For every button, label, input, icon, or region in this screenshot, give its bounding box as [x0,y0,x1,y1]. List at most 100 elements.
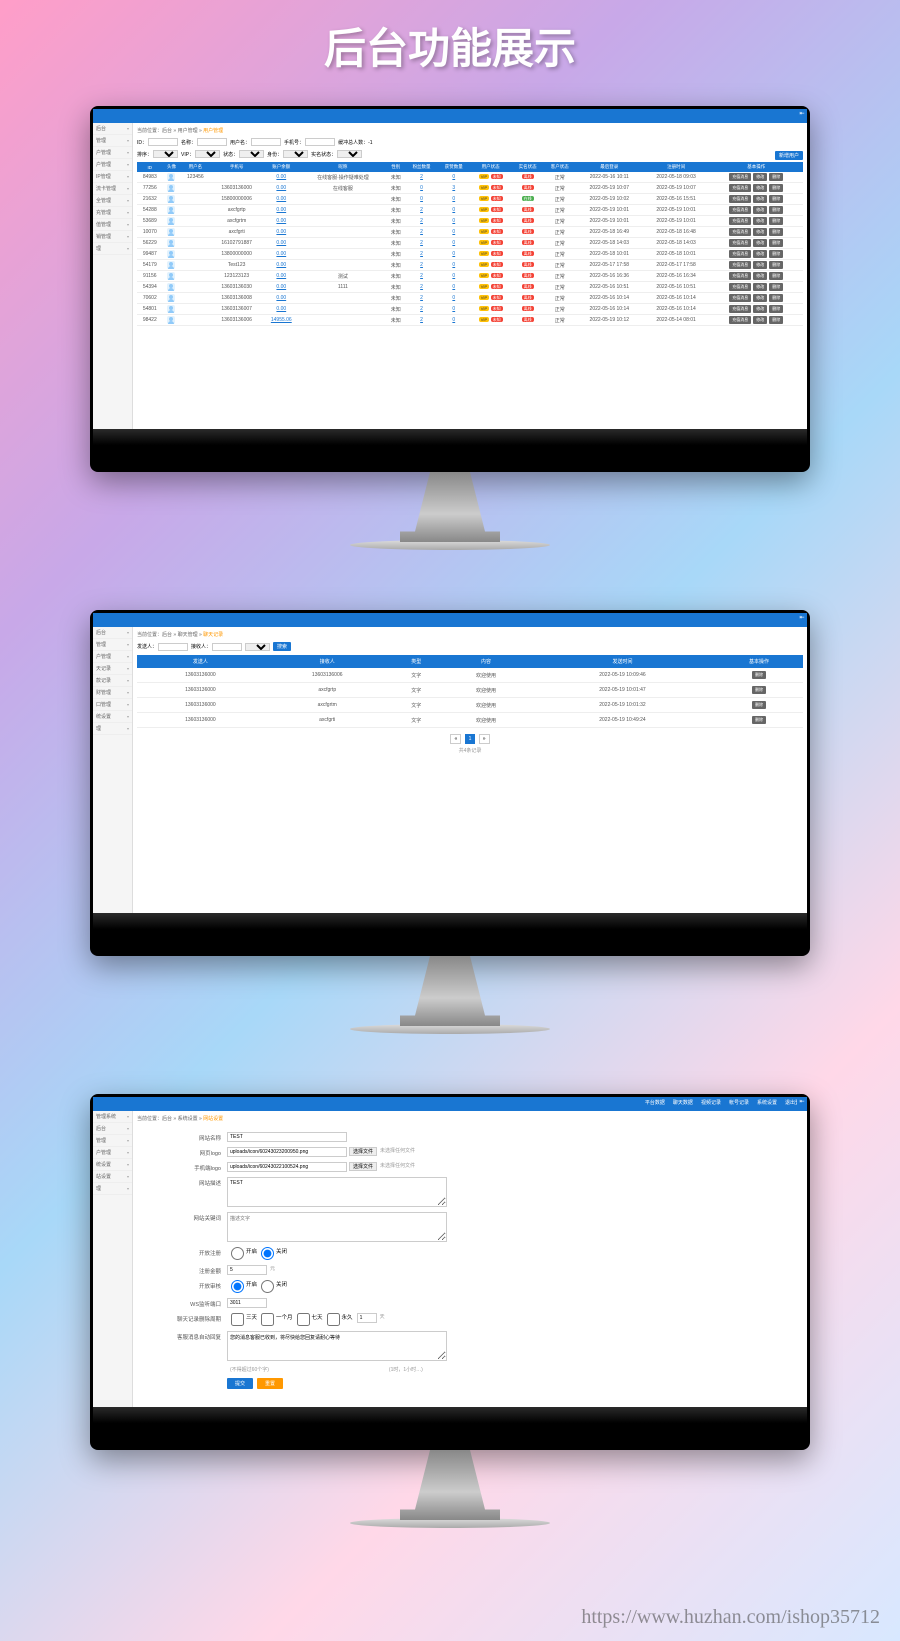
reset-button[interactable]: 重置 [257,1378,283,1389]
balance-link[interactable]: 0.00 [263,172,300,183]
sidebar-item[interactable]: 统设置▾ [93,711,132,723]
delete-button[interactable]: 删除 [769,206,783,214]
delete-button[interactable]: 删除 [752,716,766,724]
edit-button[interactable]: 修改 [753,283,767,291]
detail-button[interactable]: 充值消息 [729,173,751,181]
detail-button[interactable]: 充值消息 [729,294,751,302]
delete-button[interactable]: 删除 [769,173,783,181]
sidebar-item[interactable]: 管理系统▾ [93,1111,132,1123]
filter-phone-input[interactable] [305,138,335,146]
choose-file-button[interactable]: 选择文件 [349,1162,377,1171]
collapse-icon[interactable]: ⇤ [797,109,807,119]
delete-button[interactable]: 删除 [769,195,783,203]
delete-button[interactable]: 删除 [769,217,783,225]
sidebar-item[interactable]: 理▾ [93,723,132,735]
balance-link[interactable]: 0.00 [263,194,300,205]
sidebar-item[interactable]: 管理▾ [93,1135,132,1147]
filter-sender-input[interactable] [158,643,188,651]
edit-button[interactable]: 修改 [753,184,767,192]
period-30d-checkbox[interactable] [297,1313,310,1326]
sidebar-item[interactable]: 流卡管理▾ [93,183,132,195]
filter-name-input[interactable] [197,138,227,146]
balance-link[interactable]: 0.00 [263,249,300,260]
balance-link[interactable]: 0.00 [263,227,300,238]
reg-open-radio[interactable] [231,1247,244,1260]
sidebar-item[interactable]: 管理▾ [93,639,132,651]
topnav-link[interactable]: 系统设置 [757,1100,777,1106]
edit-button[interactable]: 修改 [753,173,767,181]
sidebar-item[interactable]: 管理▾ [93,135,132,147]
reg-close-radio[interactable] [261,1247,274,1260]
keyword-textarea[interactable] [227,1212,447,1242]
welcome-textarea[interactable]: 您的消息客服已收到，将尽快给您回复请耐心等待 [227,1331,447,1361]
submit-button[interactable]: 提交 [227,1378,253,1389]
port-input[interactable] [227,1298,267,1308]
detail-button[interactable]: 充值消息 [729,272,751,280]
sidebar-item[interactable]: 站设置▾ [93,1171,132,1183]
delete-button[interactable]: 删除 [769,261,783,269]
period-7d-checkbox[interactable] [261,1313,274,1326]
balance-link[interactable]: 0.00 [263,216,300,227]
period-custom-input[interactable] [357,1313,377,1323]
delete-button[interactable]: 删除 [752,686,766,694]
detail-button[interactable]: 充值消息 [729,305,751,313]
balance-link[interactable]: 0.00 [263,271,300,282]
sidebar-item[interactable]: 后台▾ [93,123,132,135]
filter-sort-select[interactable]: 不限 [153,150,178,158]
period-3d-checkbox[interactable] [231,1313,244,1326]
delete-button[interactable]: 删除 [769,184,783,192]
delete-button[interactable]: 删除 [769,239,783,247]
filter-id-input[interactable] [148,138,178,146]
sidebar-item[interactable]: 户管理▾ [93,651,132,663]
sidebar-item[interactable]: 户管理▾ [93,147,132,159]
audit-close-radio[interactable] [261,1280,274,1293]
sidebar-item[interactable]: 充管理▾ [93,207,132,219]
edit-button[interactable]: 修改 [753,217,767,225]
sitename-input[interactable] [227,1132,347,1142]
delete-button[interactable]: 删除 [769,228,783,236]
edit-button[interactable]: 修改 [753,316,767,324]
audit-open-radio[interactable] [231,1280,244,1293]
filter-realname-select[interactable]: 不限 [337,150,362,158]
balance-link[interactable]: 0.00 [263,293,300,304]
balance-link[interactable]: 0.00 [263,183,300,194]
topnav-link[interactable]: 视频记录 [701,1100,721,1106]
sidebar-item[interactable]: 天记录▾ [93,663,132,675]
detail-button[interactable]: 充值消息 [729,195,751,203]
sidebar-item[interactable]: 财管理▾ [93,687,132,699]
page-next-button[interactable]: » [479,734,490,744]
delete-button[interactable]: 删除 [769,250,783,258]
balance-link[interactable]: 0.00 [263,304,300,315]
edit-button[interactable]: 修改 [753,239,767,247]
filter-username-input[interactable] [251,138,281,146]
filter-vip-select[interactable]: 不限 [195,150,220,158]
edit-button[interactable]: 修改 [753,305,767,313]
detail-button[interactable]: 充值消息 [729,184,751,192]
filter-status-select[interactable]: 不限 [239,150,264,158]
delete-button[interactable]: 删除 [752,701,766,709]
filter-receiver-input[interactable] [212,643,242,651]
detail-button[interactable]: 充值消息 [729,261,751,269]
balance-link[interactable]: 0.00 [263,238,300,249]
detail-button[interactable]: 充值消息 [729,283,751,291]
delete-button[interactable]: 删除 [769,316,783,324]
choose-file-button[interactable]: 选择文件 [349,1147,377,1156]
detail-button[interactable]: 充值消息 [729,217,751,225]
edit-button[interactable]: 修改 [753,272,767,280]
edit-button[interactable]: 修改 [753,206,767,214]
topnav-link[interactable]: 平台数据 [645,1100,665,1106]
regamount-input[interactable] [227,1265,267,1275]
collapse-icon[interactable]: ⇤ [797,613,807,623]
sidebar-item[interactable]: 款记录▾ [93,675,132,687]
edit-button[interactable]: 修改 [753,294,767,302]
sidebar-item[interactable]: 后台▾ [93,627,132,639]
balance-link[interactable]: 0.00 [263,260,300,271]
delete-button[interactable]: 删除 [769,272,783,280]
topnav-link[interactable]: 帐号记录 [729,1100,749,1106]
collapse-icon[interactable]: ⇤ [797,1097,807,1107]
sidebar-item[interactable]: 全管理▾ [93,195,132,207]
sidebar-item[interactable]: 值管理▾ [93,219,132,231]
sidebar-item[interactable]: 户管理▾ [93,159,132,171]
detail-button[interactable]: 充值消息 [729,316,751,324]
sidebar-item[interactable]: 统设置▾ [93,1159,132,1171]
